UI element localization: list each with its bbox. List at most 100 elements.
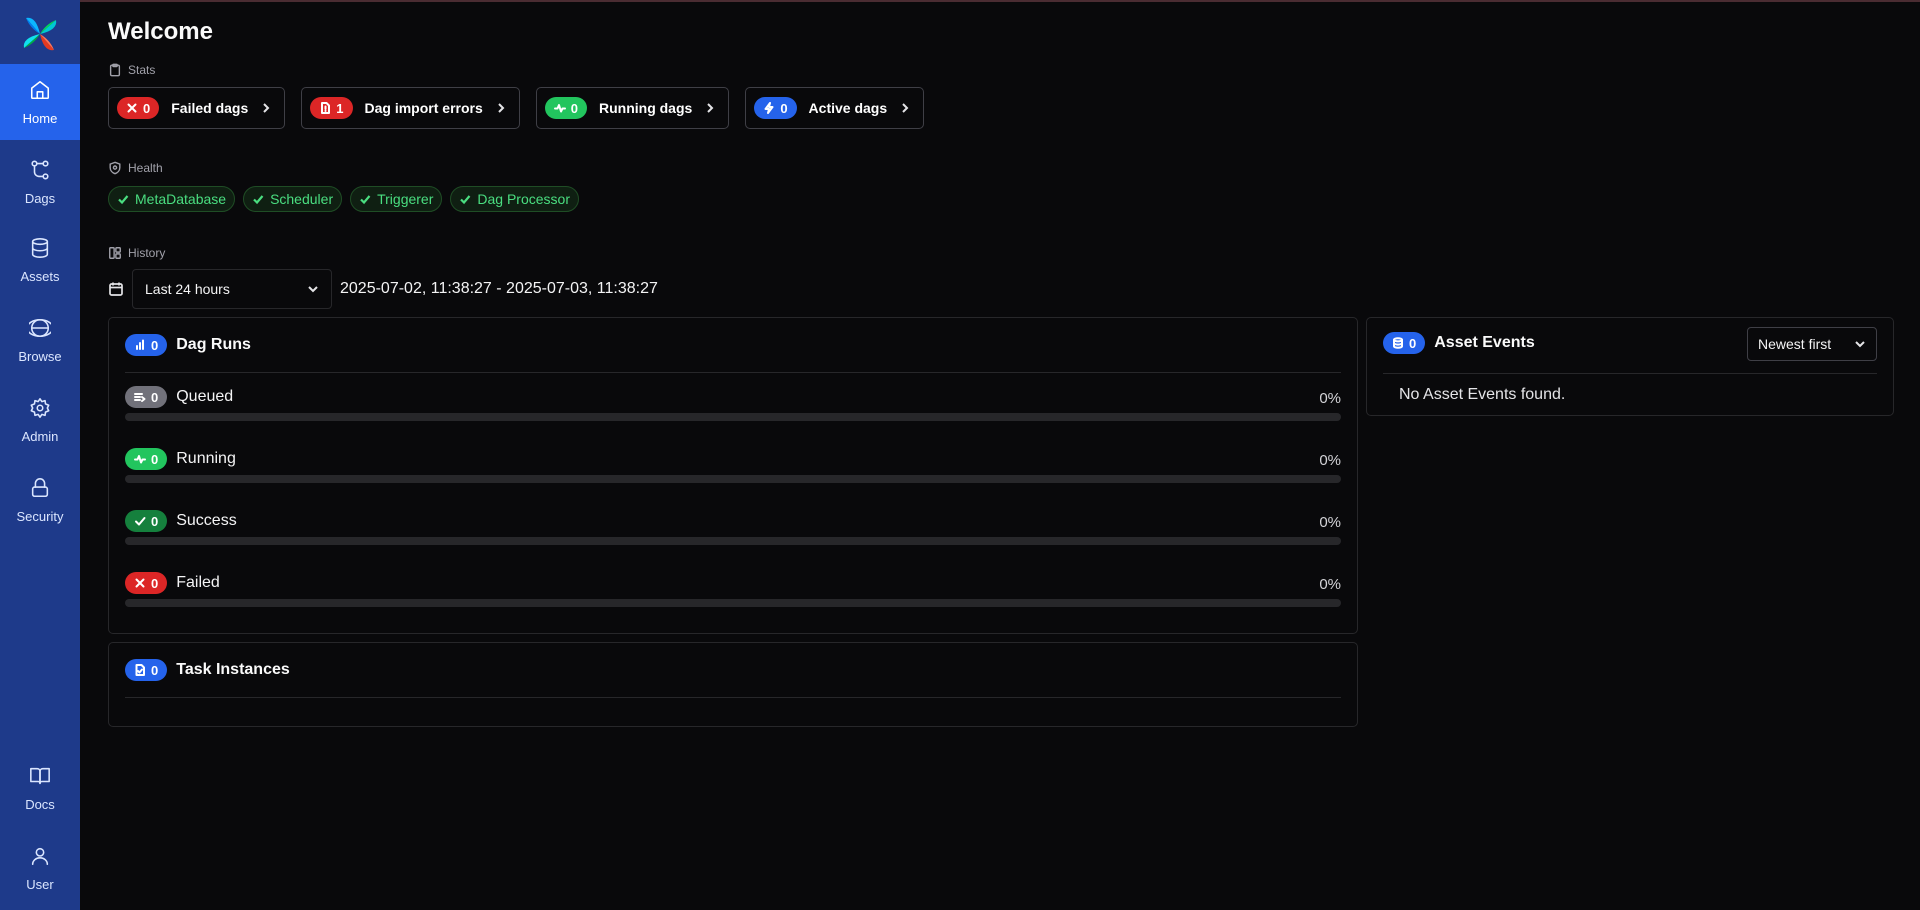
progress-track — [125, 475, 1341, 483]
divider — [1383, 373, 1877, 374]
state-percent: 0% — [1319, 390, 1341, 407]
asset-sort-select[interactable]: Newest first — [1747, 327, 1877, 361]
success-badge: 0 — [125, 510, 168, 532]
running-dags-card[interactable]: 0 Running dags — [535, 87, 730, 129]
dag-runs-title: Dag Runs — [176, 336, 251, 353]
sidebar: Home Dags Assets Browse Admin Security D… — [0, 0, 80, 910]
database-icon — [1393, 337, 1403, 349]
health-row: MetaDatabase Scheduler Triggerer Dag Pro… — [108, 186, 579, 212]
queue-icon — [134, 393, 146, 402]
state-row-queued[interactable]: 0 Queued 0% — [125, 386, 1341, 448]
time-range-select[interactable]: Last 24 hours — [132, 269, 332, 309]
bar-chart-icon — [136, 339, 144, 350]
asset-events-title: Asset Events — [1434, 334, 1535, 351]
chevron-right-icon — [498, 103, 505, 113]
dag-import-errors-label: Dag import errors — [364, 100, 483, 116]
progress-track — [125, 599, 1341, 607]
shield-icon — [109, 161, 121, 175]
running-badge: 0 — [125, 448, 168, 470]
dag-runs-count-badge: 0 — [125, 334, 168, 356]
asset-events-header: 0 Asset Events — [1383, 332, 1535, 354]
sidebar-item-label: Security — [16, 508, 64, 524]
sidebar-item-home[interactable]: Home — [0, 64, 80, 140]
date-range-text: 2025-07-02, 11:38:27 - 2025-07-03, 11:38… — [340, 280, 658, 297]
gear-icon — [30, 397, 50, 418]
progress-track — [125, 537, 1341, 545]
dag-runs-panel: 0 Dag Runs 0 Queued 0% 0 Running 0% 0 Su… — [108, 317, 1358, 634]
sidebar-item-security[interactable]: Security — [0, 462, 80, 538]
x-icon — [135, 578, 145, 588]
state-row-success[interactable]: 0 Success 0% — [125, 510, 1341, 572]
zap-icon — [764, 102, 774, 114]
progress-track — [125, 413, 1341, 421]
history-icon — [109, 247, 121, 259]
state-label: Running — [176, 450, 236, 467]
page-title: Welcome — [108, 18, 213, 45]
check-icon — [135, 517, 146, 526]
state-percent: 0% — [1319, 452, 1341, 469]
history-section-label: History — [108, 246, 165, 260]
failed-dags-label: Failed dags — [171, 100, 249, 116]
clipboard-icon — [109, 63, 121, 77]
task-instances-panel: 0 Task Instances — [108, 642, 1358, 727]
running-dags-badge: 0 — [544, 97, 587, 119]
check-icon — [118, 195, 129, 205]
task-instances-title: Task Instances — [176, 661, 290, 678]
sidebar-item-assets[interactable]: Assets — [0, 222, 80, 298]
sidebar-item-admin[interactable]: Admin — [0, 382, 80, 458]
task-instances-header: 0 Task Instances — [125, 659, 290, 681]
top-accent-line — [0, 0, 1920, 2]
health-triggerer: Triggerer — [350, 186, 443, 212]
calendar-icon — [109, 282, 123, 296]
state-label: Queued — [176, 388, 234, 405]
failed-badge: 0 — [125, 572, 168, 594]
dag-import-errors-card[interactable]: 1 Dag import errors — [301, 87, 520, 129]
health-dag-processor: Dag Processor — [450, 186, 579, 212]
home-icon — [30, 80, 50, 99]
health-scheduler: Scheduler — [243, 186, 343, 212]
import-errors-badge: 1 — [310, 97, 353, 119]
active-dags-card[interactable]: 0 Active dags — [745, 87, 925, 129]
chevron-right-icon — [263, 103, 270, 113]
globe-icon — [29, 318, 51, 337]
sidebar-item-browse[interactable]: Browse — [0, 302, 80, 378]
check-icon — [360, 195, 371, 205]
state-row-failed[interactable]: 0 Failed 0% — [125, 572, 1341, 634]
check-icon — [460, 195, 471, 205]
chevron-right-icon — [902, 103, 909, 113]
asset-events-panel: 0 Asset Events Newest first No Asset Eve… — [1366, 317, 1894, 416]
lock-icon — [31, 477, 49, 497]
asset-events-count-badge: 0 — [1383, 332, 1426, 354]
failed-dags-card[interactable]: 0 Failed dags — [108, 87, 286, 129]
asset-events-empty-message: No Asset Events found. — [1399, 386, 1566, 403]
x-icon — [127, 103, 137, 113]
sidebar-item-label: Dags — [24, 190, 56, 206]
sidebar-item-label: Docs — [25, 796, 55, 812]
task-instances-count-badge: 0 — [125, 659, 168, 681]
dag-runs-header: 0 Dag Runs — [125, 334, 251, 356]
dags-icon — [31, 160, 49, 179]
activity-icon — [134, 455, 146, 464]
file-check-icon — [135, 664, 145, 676]
sidebar-item-dags[interactable]: Dags — [0, 144, 80, 220]
state-label: Success — [176, 512, 237, 529]
active-dags-badge: 0 — [754, 97, 797, 119]
health-section-label: Health — [108, 161, 163, 175]
book-icon — [30, 767, 50, 784]
check-icon — [253, 195, 264, 205]
airflow-logo[interactable] — [20, 14, 60, 54]
divider — [125, 372, 1341, 373]
divider — [125, 697, 1341, 698]
database-icon — [31, 237, 49, 258]
health-metadatabase: MetaDatabase — [108, 186, 236, 212]
chevron-down-icon — [308, 286, 318, 293]
queued-badge: 0 — [125, 386, 168, 408]
state-percent: 0% — [1319, 514, 1341, 531]
stats-section-label: Stats — [108, 63, 155, 77]
sidebar-item-user[interactable]: User — [0, 830, 80, 906]
chevron-right-icon — [707, 103, 714, 113]
user-icon — [31, 847, 49, 865]
state-row-running[interactable]: 0 Running 0% — [125, 448, 1341, 510]
sidebar-item-docs[interactable]: Docs — [0, 750, 80, 826]
activity-icon — [553, 104, 566, 113]
